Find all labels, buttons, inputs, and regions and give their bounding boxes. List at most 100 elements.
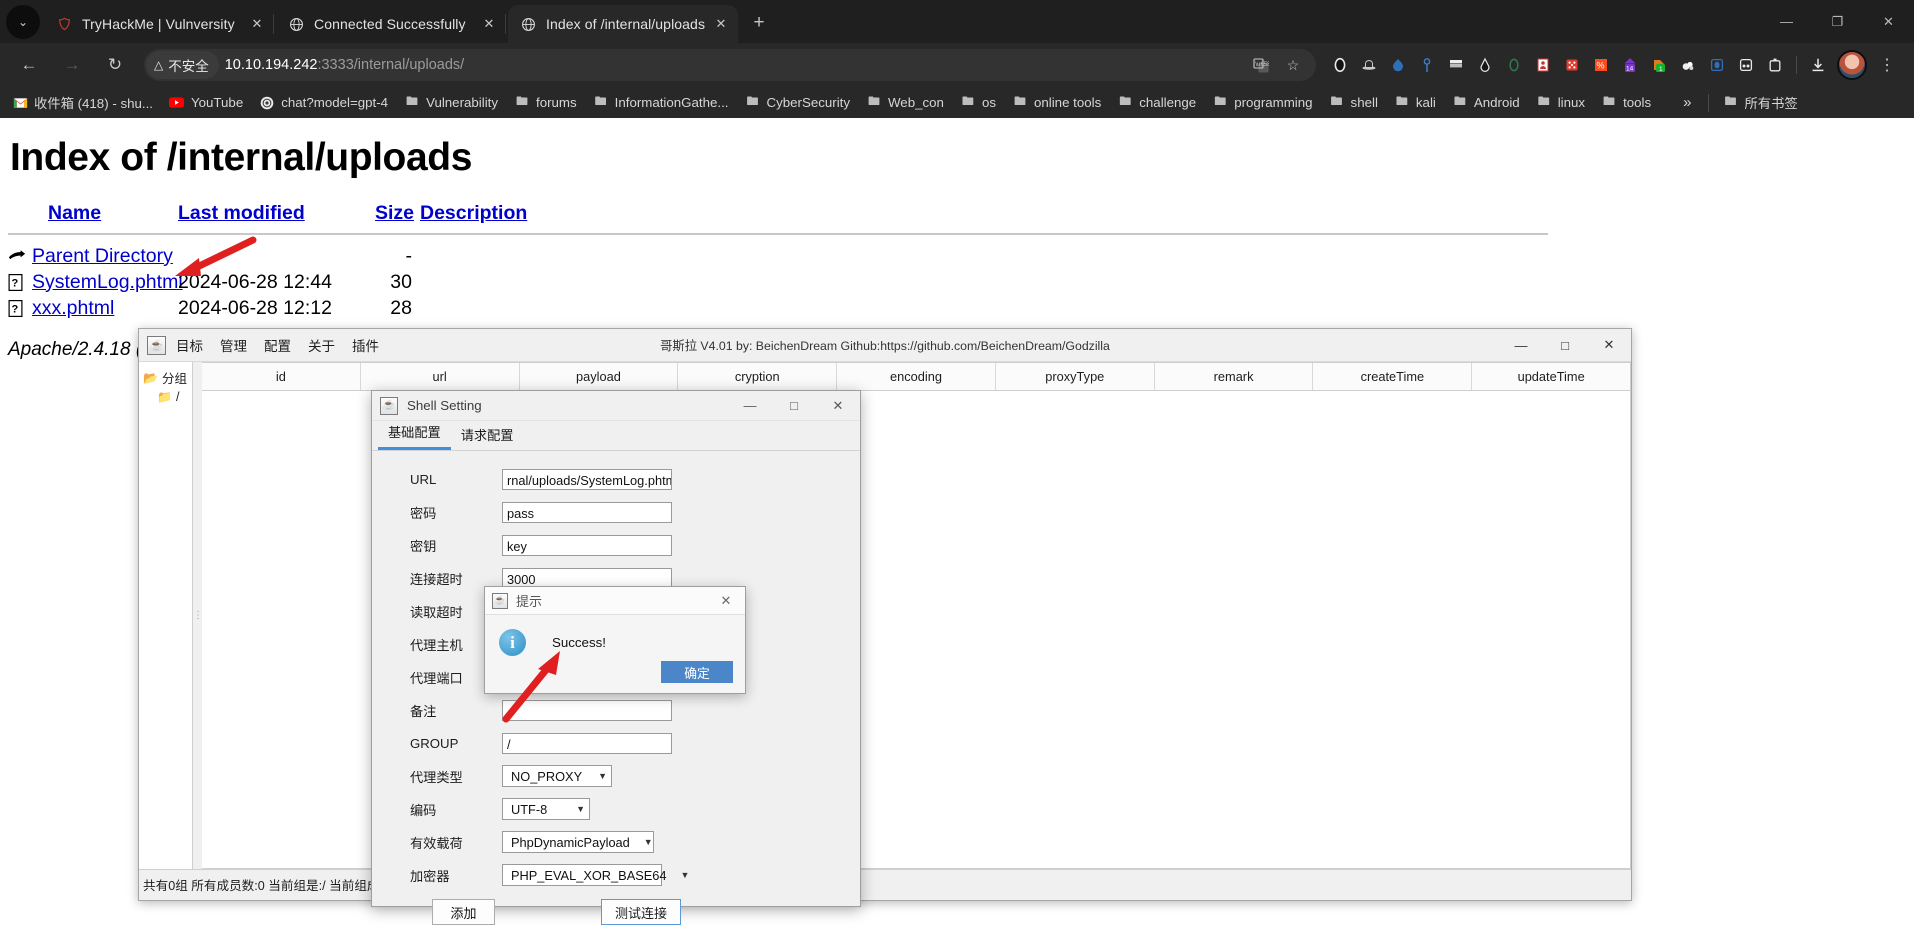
bookmark-folder-android[interactable]: 🖿 Android xyxy=(1444,92,1528,114)
sort-by-description-link[interactable]: Description xyxy=(420,202,527,224)
column-header-remark[interactable]: remark xyxy=(1155,363,1314,390)
menu-item-config[interactable]: 配置 xyxy=(264,335,291,355)
sort-by-size-link[interactable]: Size xyxy=(375,202,414,224)
profile-avatar[interactable] xyxy=(1837,50,1867,80)
bookmark-chatgpt[interactable]: chat?model=gpt-4 xyxy=(251,92,396,114)
extension-cube-icon[interactable] xyxy=(1558,51,1586,79)
bookmark-folder-informationgathering[interactable]: 🖿 InformationGathe... xyxy=(585,92,737,114)
bookmark-folder-vulnerability[interactable]: 🖿 Vulnerability xyxy=(396,92,506,114)
group-input[interactable]: / xyxy=(502,732,672,754)
maximize-button[interactable]: ❐ xyxy=(1812,0,1863,43)
bookmark-folder-shell[interactable]: 🖿 shell xyxy=(1321,92,1386,114)
sort-by-modified-link[interactable]: Last modified xyxy=(178,202,305,224)
new-tab-button[interactable]: + xyxy=(744,8,774,38)
bookmark-folder-programming[interactable]: 🖿 programming xyxy=(1204,92,1320,114)
extension-bin-icon[interactable] xyxy=(1761,51,1789,79)
extension-ink-icon[interactable] xyxy=(1471,51,1499,79)
key-input[interactable]: key xyxy=(502,534,672,556)
close-icon[interactable]: ✕ xyxy=(246,13,268,35)
translate-icon[interactable]: \u6587 xyxy=(1246,50,1276,80)
tab-search-button[interactable]: ⌄ xyxy=(6,5,40,39)
test-connection-button[interactable]: 测试连接 xyxy=(601,899,682,925)
close-button[interactable]: ✕ xyxy=(1587,329,1631,361)
extension-blue-drop-icon[interactable] xyxy=(1384,51,1412,79)
maximize-button[interactable]: □ xyxy=(1543,329,1587,361)
payload-select[interactable]: PhpDynamicPayload ▼ xyxy=(502,831,654,853)
column-header-createtime[interactable]: createTime xyxy=(1313,363,1473,390)
close-icon[interactable]: ✕ xyxy=(707,593,745,609)
menu-item-plugins[interactable]: 插件 xyxy=(352,335,379,355)
bookmark-folder-kali[interactable]: 🖿 kali xyxy=(1386,92,1444,114)
reload-button[interactable]: ↻ xyxy=(98,48,132,82)
proxy-type-select[interactable]: NO_PROXY ▼ xyxy=(502,765,612,787)
three-dot-menu-icon[interactable]: ⋮ xyxy=(1872,55,1902,75)
extension-badge-14-icon[interactable]: 14 xyxy=(1616,51,1644,79)
file-link-xxx[interactable]: xxx.phtml xyxy=(32,297,114,319)
menu-item-about[interactable]: 关于 xyxy=(308,335,335,355)
column-header-id[interactable]: id xyxy=(202,363,361,390)
close-window-button[interactable]: ✕ xyxy=(1863,0,1914,43)
extension-percent-icon[interactable]: % xyxy=(1587,51,1615,79)
minimize-button[interactable]: — xyxy=(728,391,772,420)
address-bar[interactable]: △ 不安全 10.10.194.242:3333/internal/upload… xyxy=(144,49,1316,81)
bookmark-folder-cybersecurity[interactable]: 🖿 CyberSecurity xyxy=(736,92,858,114)
tab-tryhackme[interactable]: TryHackMe | Vulnversity ✕ xyxy=(44,5,274,43)
tree-node-groups[interactable]: 📂 分组 xyxy=(143,368,192,387)
extension-hat-icon[interactable] xyxy=(1355,51,1383,79)
column-header-updatetime[interactable]: updateTime xyxy=(1472,363,1630,390)
menu-item-target[interactable]: 目标 xyxy=(176,335,203,355)
add-button[interactable]: 添加 xyxy=(432,899,495,925)
extension-person-icon[interactable] xyxy=(1529,51,1557,79)
column-header-encoding[interactable]: encoding xyxy=(837,363,996,390)
file-link-systemlog[interactable]: SystemLog.phtml xyxy=(32,271,183,293)
url-input[interactable]: rnal/uploads/SystemLog.phtml xyxy=(502,468,672,490)
bookmark-folder-os[interactable]: 🖿 os xyxy=(952,92,1004,114)
tab-connected-successfully[interactable]: Connected Successfully ✕ xyxy=(276,5,506,43)
close-icon[interactable]: ✕ xyxy=(710,13,732,35)
splitter-handle[interactable]: ⋮ xyxy=(193,362,203,869)
bookmarks-overflow-button[interactable]: » xyxy=(1673,94,1701,111)
bookmark-gmail[interactable]: 收件箱 (418) - shu... xyxy=(4,90,161,115)
column-header-url[interactable]: url xyxy=(361,363,520,390)
bookmark-folder-online-tools[interactable]: 🖿 online tools xyxy=(1004,92,1109,114)
remark-input[interactable] xyxy=(502,699,672,721)
bookmark-youtube[interactable]: YouTube xyxy=(161,92,251,114)
tree-node-root[interactable]: 📁 / xyxy=(143,390,192,404)
forward-button[interactable]: → xyxy=(55,48,89,82)
minimize-button[interactable]: — xyxy=(1499,329,1543,361)
extension-gray-bars-icon[interactable] xyxy=(1442,51,1470,79)
maximize-button[interactable]: □ xyxy=(772,391,816,420)
parent-directory-link[interactable]: Parent Directory xyxy=(32,245,173,267)
extension-pin-icon[interactable] xyxy=(1413,51,1441,79)
back-button[interactable]: ← xyxy=(12,48,46,82)
encoding-select[interactable]: UTF-8 ▼ xyxy=(502,798,590,820)
all-bookmarks-button[interactable]: 🖿 所有书签 xyxy=(1715,90,1806,115)
bookmark-folder-tools[interactable]: 🖿 tools xyxy=(1593,92,1659,114)
menu-item-manage[interactable]: 管理 xyxy=(220,335,247,355)
download-icon[interactable] xyxy=(1804,51,1832,79)
bookmark-folder-challenge[interactable]: 🖿 challenge xyxy=(1109,92,1204,114)
security-status-chip[interactable]: △ 不安全 xyxy=(146,51,219,79)
tab-basic-config[interactable]: 基础配置 xyxy=(378,419,451,450)
extension-dual-icon[interactable] xyxy=(1732,51,1760,79)
minimize-button[interactable]: — xyxy=(1761,0,1812,43)
column-header-cryption[interactable]: cryption xyxy=(678,363,838,390)
column-header-proxytype[interactable]: proxyType xyxy=(996,363,1155,390)
extension-cloud-icon[interactable] xyxy=(1674,51,1702,79)
bookmark-folder-web-con[interactable]: 🖿 Web_con xyxy=(858,92,952,114)
bookmark-star-icon[interactable]: ☆ xyxy=(1278,50,1308,80)
sort-by-name-link[interactable]: Name xyxy=(48,202,101,224)
close-button[interactable]: ✕ xyxy=(816,391,860,420)
extension-o-icon[interactable] xyxy=(1326,51,1354,79)
bookmark-folder-forums[interactable]: 🖿 forums xyxy=(506,92,585,114)
password-input[interactable]: pass xyxy=(502,501,672,523)
tab-index-of-internal-uploads[interactable]: Index of /internal/uploads ✕ xyxy=(508,5,738,43)
extension-badge-1-icon[interactable]: 1 xyxy=(1645,51,1673,79)
extension-ring-icon[interactable] xyxy=(1500,51,1528,79)
ok-button[interactable]: 确定 xyxy=(661,661,733,683)
bookmark-folder-linux[interactable]: 🖿 linux xyxy=(1528,92,1593,114)
close-icon[interactable]: ✕ xyxy=(478,13,500,35)
tab-request-config[interactable]: 请求配置 xyxy=(451,422,524,450)
cryption-select[interactable]: PHP_EVAL_XOR_BASE64 ▼ xyxy=(502,864,689,886)
extension-eye-icon[interactable] xyxy=(1703,51,1731,79)
